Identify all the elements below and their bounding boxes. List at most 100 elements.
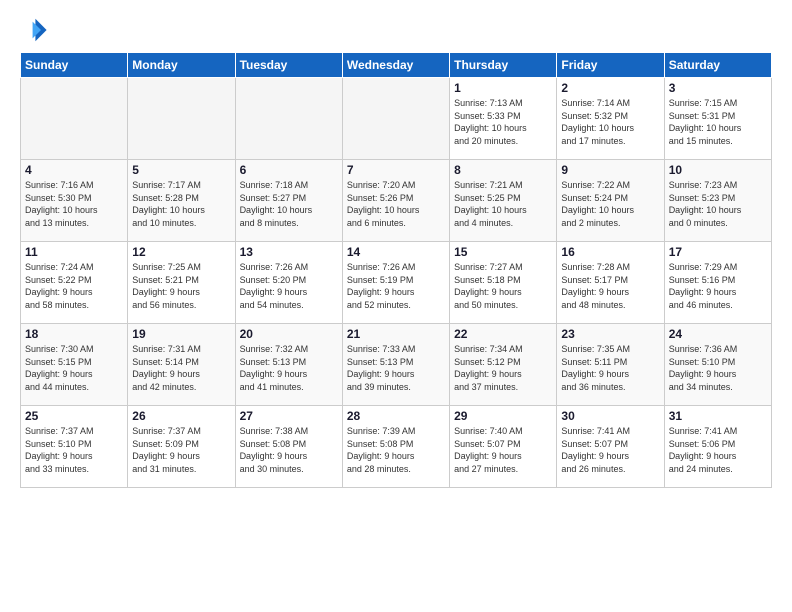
calendar-cell: 25 Sunrise: 7:37 AM Sunset: 5:10 PM Dayli… [21,406,128,488]
calendar-cell: 22 Sunrise: 7:34 AM Sunset: 5:12 PM Dayli… [450,324,557,406]
calendar-cell: 14 Sunrise: 7:26 AM Sunset: 5:19 PM Dayli… [342,242,449,324]
day-number: 15 [454,245,552,259]
logo-icon [20,16,48,44]
day-info: Sunrise: 7:26 AM Sunset: 5:20 PM Dayligh… [240,261,338,311]
day-info: Sunrise: 7:24 AM Sunset: 5:22 PM Dayligh… [25,261,123,311]
day-number: 13 [240,245,338,259]
calendar-cell [128,78,235,160]
day-number: 27 [240,409,338,423]
day-number: 9 [561,163,659,177]
day-number: 14 [347,245,445,259]
calendar-cell: 7 Sunrise: 7:20 AM Sunset: 5:26 PM Daylig… [342,160,449,242]
calendar-cell [21,78,128,160]
day-number: 18 [25,327,123,341]
weekday-header-monday: Monday [128,53,235,78]
calendar-table: SundayMondayTuesdayWednesdayThursdayFrid… [20,52,772,488]
day-info: Sunrise: 7:13 AM Sunset: 5:33 PM Dayligh… [454,97,552,147]
day-info: Sunrise: 7:14 AM Sunset: 5:32 PM Dayligh… [561,97,659,147]
calendar-cell: 21 Sunrise: 7:33 AM Sunset: 5:13 PM Dayli… [342,324,449,406]
calendar-cell: 10Sunrise: 7:23 AM Sunset: 5:23 PM Dayli… [664,160,771,242]
day-info: Sunrise: 7:37 AM Sunset: 5:10 PM Dayligh… [25,425,123,475]
calendar-cell: 24 Sunrise: 7:36 AM Sunset: 5:10 PM Dayli… [664,324,771,406]
day-number: 26 [132,409,230,423]
day-info: Sunrise: 7:41 AM Sunset: 5:07 PM Dayligh… [561,425,659,475]
calendar-cell: 11 Sunrise: 7:24 AM Sunset: 5:22 PM Dayli… [21,242,128,324]
weekday-header-saturday: Saturday [664,53,771,78]
day-info: Sunrise: 7:29 AM Sunset: 5:16 PM Dayligh… [669,261,767,311]
day-info: Sunrise: 7:17 AM Sunset: 5:28 PM Dayligh… [132,179,230,229]
calendar-cell: 12Sunrise: 7:25 AM Sunset: 5:21 PM Dayli… [128,242,235,324]
day-info: Sunrise: 7:22 AM Sunset: 5:24 PM Dayligh… [561,179,659,229]
day-info: Sunrise: 7:36 AM Sunset: 5:10 PM Dayligh… [669,343,767,393]
day-info: Sunrise: 7:20 AM Sunset: 5:26 PM Dayligh… [347,179,445,229]
day-number: 17 [669,245,767,259]
calendar-cell: 13 Sunrise: 7:26 AM Sunset: 5:20 PM Dayli… [235,242,342,324]
calendar-cell: 28Sunrise: 7:39 AM Sunset: 5:08 PM Dayli… [342,406,449,488]
day-info: Sunrise: 7:27 AM Sunset: 5:18 PM Dayligh… [454,261,552,311]
calendar-cell [342,78,449,160]
day-number: 22 [454,327,552,341]
calendar-cell: 29 Sunrise: 7:40 AM Sunset: 5:07 PM Dayli… [450,406,557,488]
day-info: Sunrise: 7:28 AM Sunset: 5:17 PM Dayligh… [561,261,659,311]
day-number: 6 [240,163,338,177]
calendar-cell: 31 Sunrise: 7:41 AM Sunset: 5:06 PM Dayli… [664,406,771,488]
calendar-cell [235,78,342,160]
calendar-cell: 9 Sunrise: 7:22 AM Sunset: 5:24 PM Daylig… [557,160,664,242]
day-number: 16 [561,245,659,259]
day-number: 11 [25,245,123,259]
calendar-cell: 1 Sunrise: 7:13 AM Sunset: 5:33 PM Daylig… [450,78,557,160]
calendar-cell: 23Sunrise: 7:35 AM Sunset: 5:11 PM Dayli… [557,324,664,406]
calendar-week-5: 25 Sunrise: 7:37 AM Sunset: 5:10 PM Dayli… [21,406,772,488]
calendar-cell: 6 Sunrise: 7:18 AM Sunset: 5:27 PM Daylig… [235,160,342,242]
calendar-week-4: 18Sunrise: 7:30 AM Sunset: 5:15 PM Dayli… [21,324,772,406]
day-info: Sunrise: 7:18 AM Sunset: 5:27 PM Dayligh… [240,179,338,229]
day-info: Sunrise: 7:41 AM Sunset: 5:06 PM Dayligh… [669,425,767,475]
calendar-header-row: SundayMondayTuesdayWednesdayThursdayFrid… [21,53,772,78]
day-number: 4 [25,163,123,177]
day-number: 3 [669,81,767,95]
day-number: 2 [561,81,659,95]
day-info: Sunrise: 7:34 AM Sunset: 5:12 PM Dayligh… [454,343,552,393]
day-number: 21 [347,327,445,341]
day-info: Sunrise: 7:39 AM Sunset: 5:08 PM Dayligh… [347,425,445,475]
day-info: Sunrise: 7:21 AM Sunset: 5:25 PM Dayligh… [454,179,552,229]
calendar-cell: 2 Sunrise: 7:14 AM Sunset: 5:32 PM Daylig… [557,78,664,160]
calendar-cell: 5Sunrise: 7:17 AM Sunset: 5:28 PM Daylig… [128,160,235,242]
day-number: 8 [454,163,552,177]
calendar-cell: 30 Sunrise: 7:41 AM Sunset: 5:07 PM Dayli… [557,406,664,488]
logo [20,16,52,44]
calendar-week-2: 4 Sunrise: 7:16 AM Sunset: 5:30 PM Daylig… [21,160,772,242]
day-info: Sunrise: 7:37 AM Sunset: 5:09 PM Dayligh… [132,425,230,475]
calendar-cell: 15 Sunrise: 7:27 AM Sunset: 5:18 PM Dayli… [450,242,557,324]
day-number: 10 [669,163,767,177]
day-number: 1 [454,81,552,95]
day-number: 30 [561,409,659,423]
day-info: Sunrise: 7:32 AM Sunset: 5:13 PM Dayligh… [240,343,338,393]
day-info: Sunrise: 7:33 AM Sunset: 5:13 PM Dayligh… [347,343,445,393]
day-info: Sunrise: 7:31 AM Sunset: 5:14 PM Dayligh… [132,343,230,393]
weekday-header-friday: Friday [557,53,664,78]
calendar-cell: 20Sunrise: 7:32 AM Sunset: 5:13 PM Dayli… [235,324,342,406]
page: SundayMondayTuesdayWednesdayThursdayFrid… [0,0,792,612]
day-number: 23 [561,327,659,341]
weekday-header-sunday: Sunday [21,53,128,78]
day-info: Sunrise: 7:40 AM Sunset: 5:07 PM Dayligh… [454,425,552,475]
calendar-cell: 17 Sunrise: 7:29 AM Sunset: 5:16 PM Dayli… [664,242,771,324]
day-number: 24 [669,327,767,341]
weekday-header-tuesday: Tuesday [235,53,342,78]
day-number: 7 [347,163,445,177]
day-number: 25 [25,409,123,423]
calendar-cell: 3Sunrise: 7:15 AM Sunset: 5:31 PM Daylig… [664,78,771,160]
calendar-cell: 18Sunrise: 7:30 AM Sunset: 5:15 PM Dayli… [21,324,128,406]
day-number: 29 [454,409,552,423]
calendar-cell: 8 Sunrise: 7:21 AM Sunset: 5:25 PM Daylig… [450,160,557,242]
day-number: 19 [132,327,230,341]
day-info: Sunrise: 7:26 AM Sunset: 5:19 PM Dayligh… [347,261,445,311]
calendar-week-3: 11 Sunrise: 7:24 AM Sunset: 5:22 PM Dayli… [21,242,772,324]
day-number: 31 [669,409,767,423]
day-info: Sunrise: 7:16 AM Sunset: 5:30 PM Dayligh… [25,179,123,229]
calendar-cell: 27 Sunrise: 7:38 AM Sunset: 5:08 PM Dayli… [235,406,342,488]
weekday-header-thursday: Thursday [450,53,557,78]
day-info: Sunrise: 7:38 AM Sunset: 5:08 PM Dayligh… [240,425,338,475]
weekday-header-wednesday: Wednesday [342,53,449,78]
